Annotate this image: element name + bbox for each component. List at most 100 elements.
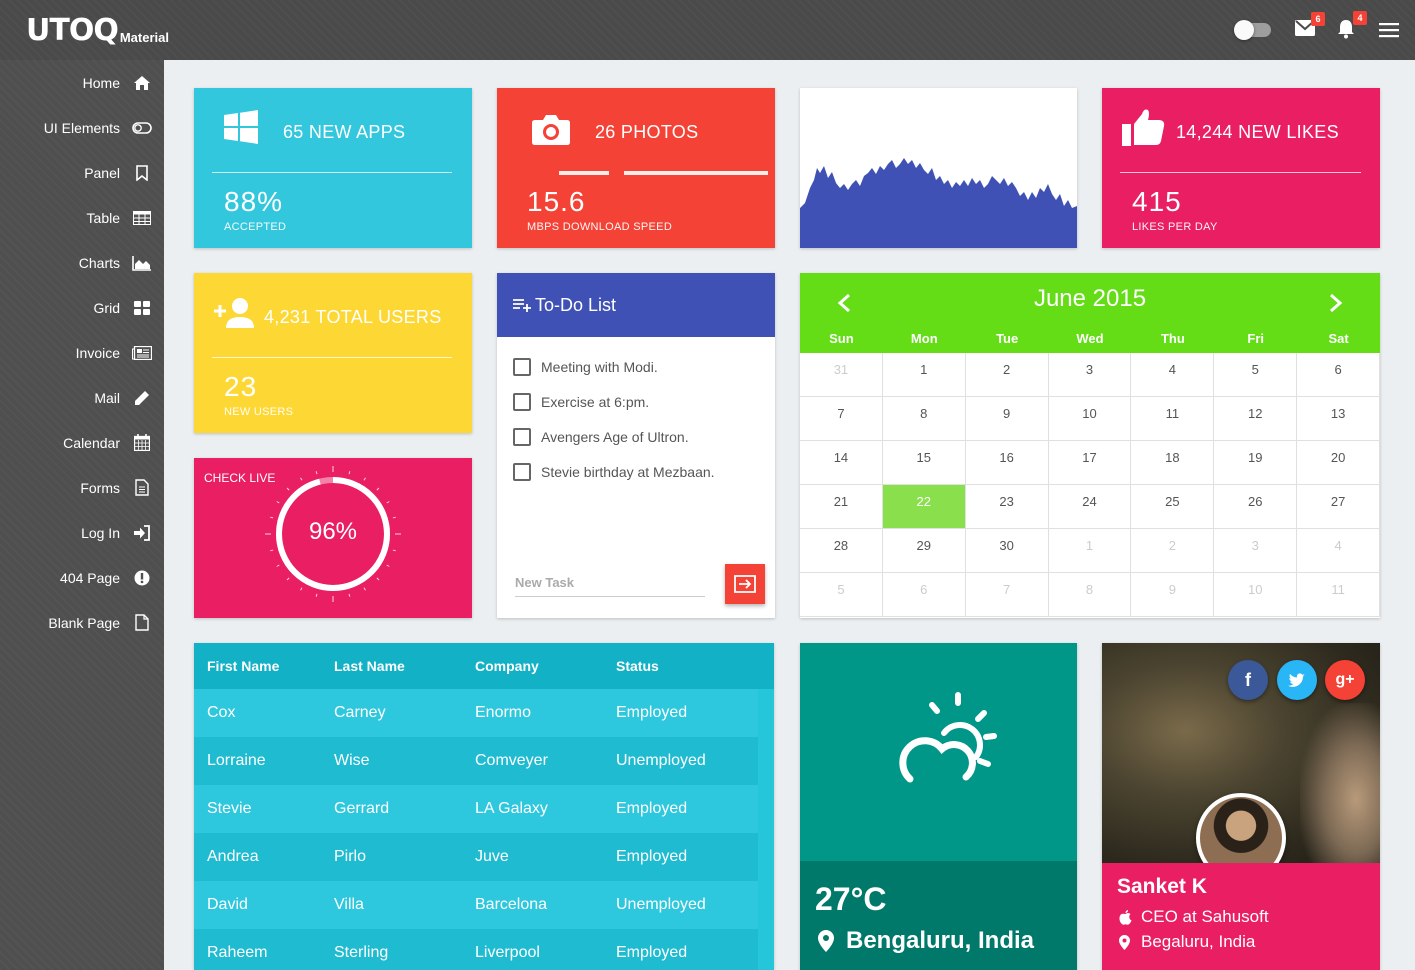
- todo-checkbox[interactable]: [513, 428, 531, 446]
- calendar-day[interactable]: 3: [1214, 529, 1298, 572]
- new-task-input[interactable]: New Task: [515, 575, 705, 597]
- calendar-day[interactable]: 29: [883, 529, 966, 572]
- logo[interactable]: UTOQ Material: [26, 16, 169, 46]
- table-row[interactable]: Stevie Gerrard LA Galaxy Employed: [194, 785, 758, 833]
- calendar-day[interactable]: 14: [800, 441, 883, 484]
- calendar-day[interactable]: 1: [1049, 529, 1132, 572]
- calendar-day[interactable]: 7: [800, 397, 883, 440]
- todo-header: To-Do List: [497, 273, 775, 337]
- calendar-day[interactable]: 6: [883, 573, 966, 616]
- sidebar-item-invoice[interactable]: Invoice: [0, 330, 164, 375]
- sidebar-item-calendar[interactable]: Calendar: [0, 420, 164, 465]
- calendar-day[interactable]: 27: [1297, 485, 1381, 528]
- gauge-tick: [315, 593, 318, 597]
- next-month-button[interactable]: [1324, 291, 1348, 315]
- sidebar-item-panel[interactable]: Panel: [0, 150, 164, 195]
- calendar-day[interactable]: 17: [1049, 441, 1132, 484]
- add-task-button[interactable]: [725, 564, 765, 604]
- table-row[interactable]: Lorraine Wise Comveyer Unemployed: [194, 737, 758, 785]
- calendar-day[interactable]: 2: [1131, 529, 1215, 572]
- column-header[interactable]: First Name: [194, 658, 334, 674]
- sidebar-item-mail[interactable]: Mail: [0, 375, 164, 420]
- calendar-week: 7 8 9 10 11 12 13: [800, 397, 1381, 441]
- sidebar-item-login[interactable]: Log In: [0, 510, 164, 555]
- todo-item[interactable]: Avengers Age of Ultron.: [513, 428, 689, 446]
- calendar-day[interactable]: 19: [1214, 441, 1298, 484]
- windows-icon: [224, 110, 258, 149]
- apple-icon: [1119, 909, 1133, 925]
- calendar-day[interactable]: 28: [800, 529, 883, 572]
- column-header[interactable]: Status: [616, 658, 756, 674]
- calendar-day[interactable]: 4: [1131, 353, 1215, 396]
- table-row[interactable]: Andrea Pirlo Juve Employed: [194, 833, 758, 881]
- sidebar-item-404-page[interactable]: 404 Page: [0, 555, 164, 600]
- calendar-day[interactable]: 15: [883, 441, 966, 484]
- todo-checkbox[interactable]: [513, 393, 531, 411]
- calendar-week: 5 6 7 8 9 10 11: [800, 573, 1381, 617]
- calendar-day[interactable]: 20: [1297, 441, 1381, 484]
- calendar-day[interactable]: 9: [966, 397, 1049, 440]
- calendar-day[interactable]: 8: [1049, 573, 1132, 616]
- calendar-day[interactable]: 12: [1214, 397, 1298, 440]
- weather-visual: [800, 643, 1077, 861]
- gauge-tick: [386, 501, 390, 504]
- theme-toggle[interactable]: [1234, 20, 1271, 40]
- mail-button[interactable]: 6: [1295, 12, 1325, 40]
- todo-item[interactable]: Meeting with Modi.: [513, 358, 658, 376]
- todo-checkbox[interactable]: [513, 463, 531, 481]
- employees-table: First Name Last Name Company Status Cox C…: [194, 643, 774, 970]
- calendar-day[interactable]: 16: [966, 441, 1049, 484]
- table-row[interactable]: Cox Carney Enormo Employed: [194, 689, 758, 737]
- calendar-day[interactable]: 24: [1049, 485, 1132, 528]
- notifications-badge: 4: [1353, 11, 1367, 25]
- googleplus-button[interactable]: g+: [1325, 660, 1365, 700]
- calendar-day[interactable]: 9: [1131, 573, 1215, 616]
- calendar-day[interactable]: 31: [800, 353, 883, 396]
- column-header[interactable]: Company: [475, 658, 616, 674]
- calendar-day[interactable]: 30: [966, 529, 1049, 572]
- sidebar-item-grid[interactable]: Grid: [0, 285, 164, 330]
- calendar-day[interactable]: 3: [1049, 353, 1132, 396]
- calendar-day[interactable]: 6: [1297, 353, 1381, 396]
- calendar-day[interactable]: 10: [1214, 573, 1298, 616]
- calendar-day[interactable]: 2: [966, 353, 1049, 396]
- todo-item[interactable]: Stevie birthday at Mezbaan.: [513, 463, 715, 481]
- sidebar-item-blank-page[interactable]: Blank Page: [0, 600, 164, 645]
- table-header: First Name Last Name Company Status: [194, 643, 774, 689]
- calendar-day[interactable]: 10: [1049, 397, 1132, 440]
- calendar-day[interactable]: 5: [1214, 353, 1298, 396]
- todo-item[interactable]: Exercise at 6:pm.: [513, 393, 649, 411]
- calendar-day[interactable]: 7: [966, 573, 1049, 616]
- twitter-button[interactable]: [1277, 660, 1317, 700]
- table-cell: Wise: [334, 752, 370, 769]
- calendar-day[interactable]: 25: [1131, 485, 1215, 528]
- progress-segment: [624, 171, 768, 175]
- table-row[interactable]: Raheem Sterling Liverpool Employed: [194, 929, 758, 970]
- calendar-day[interactable]: 8: [883, 397, 966, 440]
- thumbs-up-icon: [1122, 108, 1166, 151]
- sidebar-item-table[interactable]: Table: [0, 195, 164, 240]
- calendar-day[interactable]: 26: [1214, 485, 1298, 528]
- facebook-button[interactable]: f: [1228, 660, 1268, 700]
- sidebar-item-ui-elements[interactable]: UI Elements: [0, 105, 164, 150]
- calendar-day[interactable]: 11: [1131, 397, 1215, 440]
- table-row[interactable]: David Villa Barcelona Unemployed: [194, 881, 758, 929]
- menu-button[interactable]: [1379, 22, 1401, 42]
- calendar-day[interactable]: 22: [882, 485, 966, 528]
- notifications-button[interactable]: 4: [1337, 11, 1367, 39]
- calendar-day[interactable]: 5: [800, 573, 883, 616]
- sidebar-item-home[interactable]: Home: [0, 60, 164, 105]
- column-header[interactable]: Last Name: [334, 658, 475, 674]
- calendar-day[interactable]: 11: [1297, 573, 1381, 616]
- calendar-day[interactable]: 13: [1297, 397, 1381, 440]
- calendar-day[interactable]: 18: [1131, 441, 1215, 484]
- sidebar-item-forms[interactable]: Forms: [0, 465, 164, 510]
- table-cell: Employed: [616, 704, 688, 721]
- calendar-day[interactable]: 1: [883, 353, 966, 396]
- calendar-day[interactable]: 21: [800, 485, 883, 528]
- sidebar-item-charts[interactable]: Charts: [0, 240, 164, 285]
- todo-checkbox[interactable]: [513, 358, 531, 376]
- calendar-day[interactable]: 23: [966, 485, 1049, 528]
- calendar-day[interactable]: 4: [1297, 529, 1381, 572]
- calendar-icon: [132, 433, 152, 453]
